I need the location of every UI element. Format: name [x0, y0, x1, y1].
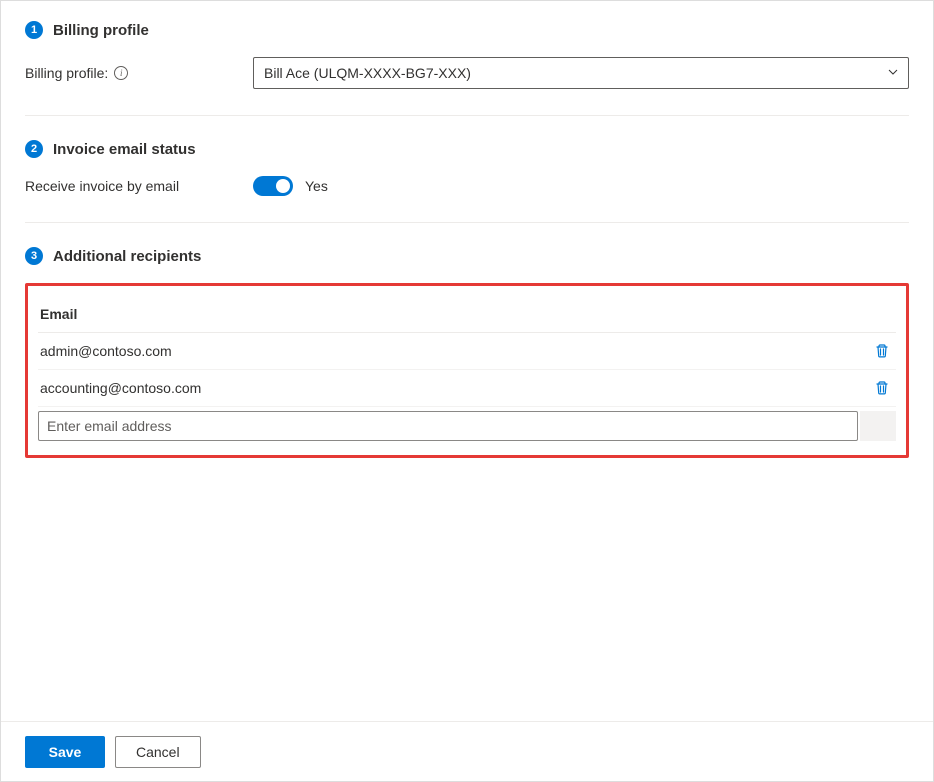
step-1-badge: 1 [25, 21, 43, 39]
toggle-value-text: Yes [305, 178, 328, 194]
toggle-thumb [276, 179, 290, 193]
add-recipient-input[interactable] [38, 411, 858, 441]
billing-profile-label: Billing profile: i [25, 65, 253, 81]
recipient-row: accounting@contoso.com [38, 370, 896, 407]
section-billing-profile-title: Billing profile [53, 22, 149, 39]
step-3-badge: 3 [25, 247, 43, 265]
divider [25, 115, 909, 116]
trash-icon [874, 380, 890, 396]
receive-invoice-label: Receive invoice by email [25, 178, 253, 194]
receive-invoice-toggle[interactable] [253, 176, 293, 196]
input-action-placeholder [860, 411, 896, 441]
recipients-column-header: Email [38, 298, 896, 333]
recipient-email: accounting@contoso.com [40, 380, 201, 396]
section-billing-profile-header: 1 Billing profile [25, 21, 909, 39]
trash-icon [874, 343, 890, 359]
cancel-button[interactable]: Cancel [115, 736, 201, 768]
recipient-row: admin@contoso.com [38, 333, 896, 370]
recipient-email: admin@contoso.com [40, 343, 172, 359]
recipients-highlight-box: Email admin@contoso.com accounting@conto… [25, 283, 909, 458]
info-icon[interactable]: i [114, 66, 128, 80]
section-invoice-status-title: Invoice email status [53, 141, 196, 158]
billing-profile-label-text: Billing profile: [25, 65, 108, 81]
billing-profile-select[interactable]: Bill Ace (ULQM-XXXX-BG7-XXX) [253, 57, 909, 89]
section-invoice-status-header: 2 Invoice email status [25, 140, 909, 158]
divider [25, 222, 909, 223]
section-additional-recipients-title: Additional recipients [53, 248, 201, 265]
billing-profile-select-value: Bill Ace (ULQM-XXXX-BG7-XXX) [264, 65, 471, 81]
section-additional-recipients-header: 3 Additional recipients [25, 247, 909, 265]
delete-recipient-button[interactable] [872, 378, 892, 398]
delete-recipient-button[interactable] [872, 341, 892, 361]
footer-bar: Save Cancel [1, 721, 933, 781]
save-button[interactable]: Save [25, 736, 105, 768]
step-2-badge: 2 [25, 140, 43, 158]
